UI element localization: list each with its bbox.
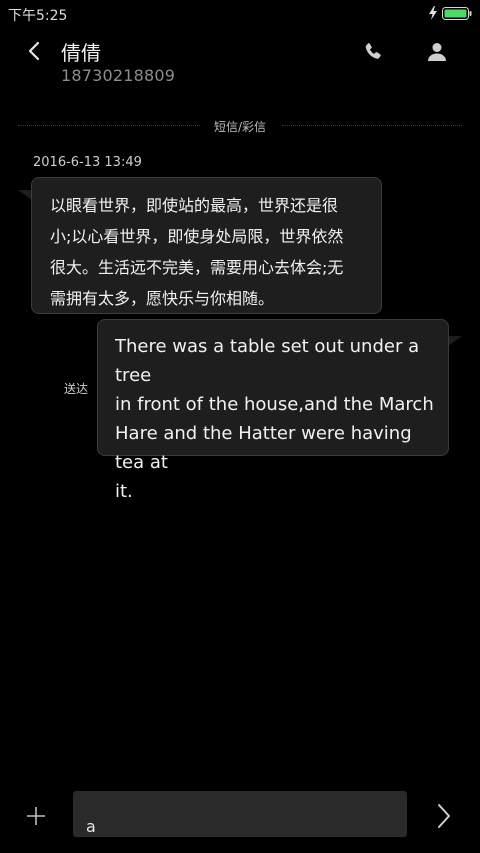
delivery-status: 送达: [64, 382, 89, 396]
divider-line-right: [282, 125, 462, 126]
outgoing-message-line: There was a table set out under a tree: [115, 336, 420, 386]
contact-icon[interactable]: [425, 40, 449, 64]
charging-icon: [429, 6, 437, 20]
contact-name: 倩倩: [61, 41, 101, 65]
send-icon[interactable]: [434, 802, 454, 830]
contact-phone-number: 18730218809: [61, 66, 176, 85]
incoming-message-line: 小;以心看世界，即使身处局限，世界依然: [50, 227, 344, 246]
phone-icon[interactable]: [362, 41, 384, 63]
message-input-text: a: [86, 817, 96, 836]
outgoing-bubble-tail: [448, 336, 462, 346]
divider-line-left: [18, 125, 200, 126]
outgoing-message-line: it.: [115, 481, 133, 502]
incoming-message-line: 以眼看世界，即使站的最高，世界还是很: [50, 196, 339, 215]
outgoing-message-line: in front of the house,and the March: [115, 394, 434, 415]
incoming-message-line: 需拥有太多，愿快乐与你相随。: [50, 289, 275, 308]
battery-icon: [442, 7, 472, 20]
status-bar: 下午5:25: [0, 0, 480, 28]
message-input[interactable]: a: [73, 791, 407, 837]
incoming-bubble-tail: [18, 190, 32, 200]
status-time: 下午5:25: [8, 8, 68, 24]
message-timestamp: 2016-6-13 13:49: [33, 155, 142, 170]
message-thread-screen: 下午5:25 倩倩 18730218809 短信/彩信 2016-6-13 13…: [0, 0, 480, 853]
outgoing-message-line: Hare and the Hatter were having tea at: [115, 423, 412, 473]
plus-icon[interactable]: [24, 804, 48, 828]
back-icon[interactable]: [24, 40, 44, 62]
message-type-label: 短信/彩信: [213, 120, 267, 134]
incoming-message-bubble[interactable]: 以眼看世界，即使站的最高，世界还是很 小;以心看世界，即使身处局限，世界依然 很…: [31, 177, 382, 314]
incoming-message-line: 很大。生活远不完美，需要用心去体会;无: [50, 258, 344, 277]
outgoing-message-bubble[interactable]: There was a table set out under a tree i…: [97, 319, 449, 502]
